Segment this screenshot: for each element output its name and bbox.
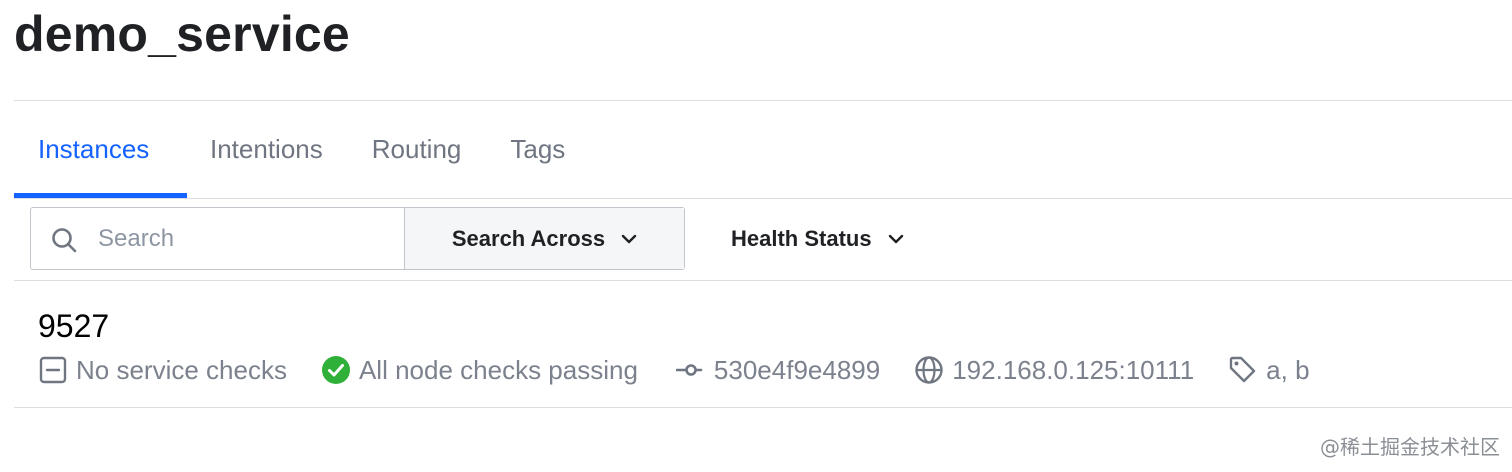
search-icon: [52, 228, 77, 253]
node-checks-status: All node checks passing: [321, 355, 638, 386]
instance-details: No service checks All node checks passin…: [38, 351, 1310, 389]
search-input[interactable]: [96, 223, 390, 254]
divider: [14, 407, 1512, 408]
chevron-down-icon: [888, 234, 903, 243]
tab-routing[interactable]: Routing: [372, 101, 462, 198]
tab-tags[interactable]: Tags: [510, 101, 565, 198]
instance-name-link[interactable]: 9527: [38, 306, 109, 346]
health-status-label: Health Status: [731, 225, 872, 251]
tag-icon: [1229, 356, 1256, 383]
minus-square-icon: [39, 356, 67, 384]
tags-text: a, b: [1266, 354, 1310, 385]
chevron-down-icon: [621, 234, 637, 243]
service-checks-text: No service checks: [76, 354, 287, 385]
node-id-text: 530e4f9e4899: [713, 354, 881, 385]
node-id: 530e4f9e4899: [675, 354, 881, 386]
search-across-label: Search Across: [451, 225, 606, 251]
service-checks-status: No service checks: [38, 355, 287, 386]
divider: [14, 280, 1512, 281]
address-text: 192.168.0.125:10111: [952, 354, 1195, 385]
instance-address: 192.168.0.125:10111: [914, 355, 1194, 386]
node-checks-text: All node checks passing: [358, 354, 638, 385]
search-bar: Search Across: [30, 207, 685, 270]
check-circle-icon: [321, 356, 350, 384]
instance-tags: a, b: [1228, 354, 1310, 386]
git-commit-icon: [675, 364, 703, 376]
health-status-dropdown[interactable]: Health Status: [731, 207, 904, 270]
search-field: [31, 208, 405, 269]
watermark: @稀土掘金技术社区: [1320, 435, 1500, 459]
tab-bar: Instances Intentions Routing Tags: [14, 101, 565, 198]
globe-icon: [915, 356, 943, 384]
search-across-dropdown[interactable]: Search Across: [405, 208, 684, 269]
tab-instances[interactable]: Instances: [14, 101, 187, 198]
page-title: demo_service: [14, 6, 350, 62]
divider: [14, 198, 1512, 199]
tab-intentions[interactable]: Intentions: [210, 101, 323, 198]
